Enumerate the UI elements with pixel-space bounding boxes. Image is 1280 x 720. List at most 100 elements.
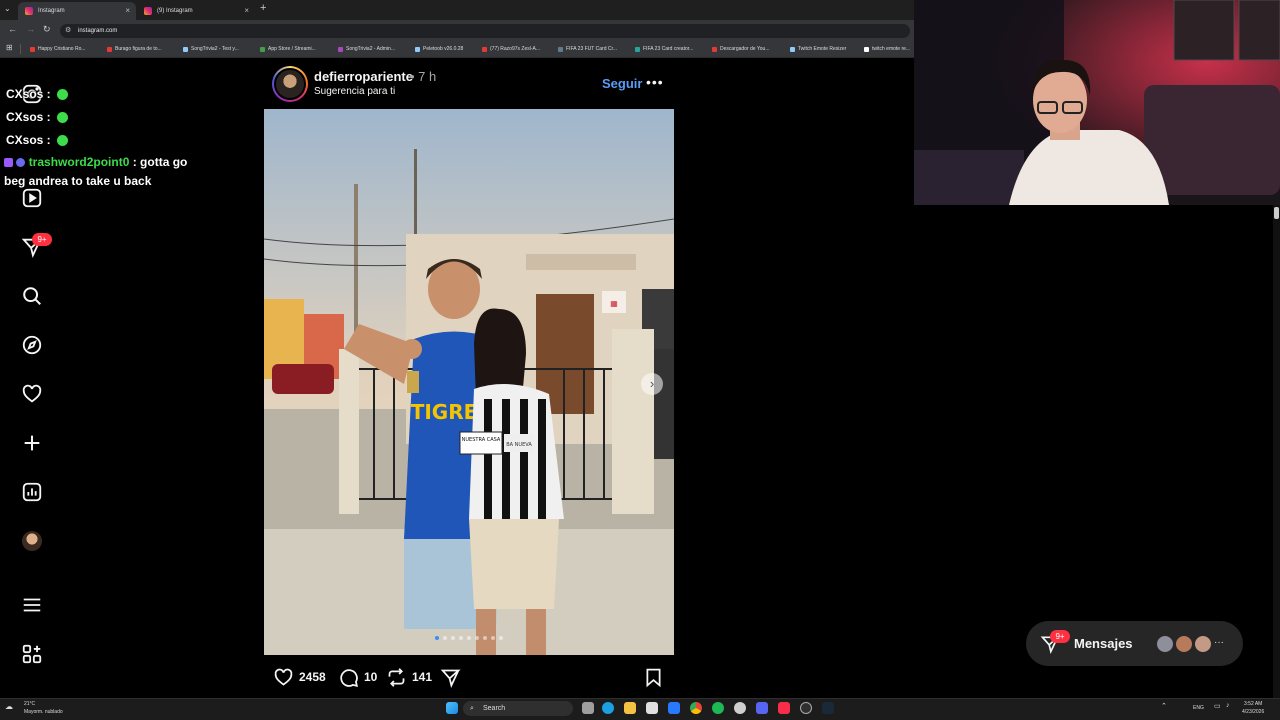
- chat-badge-icon: [4, 158, 13, 167]
- bookmark-item[interactable]: Peletoob v26.0.28: [415, 44, 463, 55]
- back-icon[interactable]: ←: [8, 24, 17, 34]
- file-explorer-icon[interactable]: [624, 702, 636, 714]
- bookmark-favicon-icon: [338, 47, 343, 52]
- page-scrollbar[interactable]: [1273, 205, 1280, 698]
- carousel-dot: [443, 636, 447, 640]
- bookmark-favicon-icon: [183, 47, 188, 52]
- volume-icon[interactable]: ♪: [1226, 702, 1230, 709]
- post-username[interactable]: defierropariente: [314, 69, 413, 84]
- message-avatar: [1174, 634, 1194, 654]
- music-app-icon[interactable]: [778, 702, 790, 714]
- bookmark-item[interactable]: Happy Cristiano Ro...: [30, 44, 86, 55]
- comment-button[interactable]: 10: [338, 666, 377, 688]
- bookmark-favicon-icon: [482, 47, 487, 52]
- bookmark-icon: [646, 668, 661, 687]
- profile-avatar[interactable]: [22, 531, 42, 551]
- comment-count: 10: [364, 670, 378, 684]
- new-tab-icon[interactable]: +: [260, 2, 266, 14]
- weather-icon: ☁: [5, 702, 13, 711]
- messages-pill-badge: 9+: [1050, 630, 1070, 643]
- more-apps-icon[interactable]: [20, 642, 44, 666]
- webcam-video: [914, 0, 1280, 205]
- share-button[interactable]: [440, 666, 461, 688]
- steam-icon[interactable]: [822, 702, 834, 714]
- apps-grid-icon[interactable]: ⊞: [6, 43, 13, 52]
- follow-button[interactable]: Seguir: [602, 76, 642, 91]
- repost-icon: [388, 667, 405, 687]
- tab-instagram[interactable]: Instagram ×: [18, 2, 136, 20]
- bookmark-item[interactable]: twitch emote re...: [864, 44, 910, 55]
- tray-chevron-icon[interactable]: ⌃: [1161, 702, 1167, 710]
- instagram-favicon-icon: [144, 7, 152, 15]
- bookmark-item[interactable]: FIFA 23 FUT Card Cr...: [558, 44, 617, 55]
- search-icon[interactable]: [20, 284, 44, 308]
- mail-icon[interactable]: [668, 702, 680, 714]
- edge-icon[interactable]: [602, 702, 614, 714]
- carousel-dots: [435, 636, 503, 640]
- menu-icon[interactable]: [20, 593, 44, 617]
- bookmark-item[interactable]: Twitch Emote Resizer: [790, 44, 846, 55]
- carousel-next-icon[interactable]: ›: [641, 373, 663, 395]
- close-tab-icon[interactable]: ×: [125, 2, 130, 20]
- post-suggestion-label: Sugerencia para ti: [314, 86, 396, 97]
- more-options-icon[interactable]: •••: [646, 74, 664, 90]
- weather-desc: Mayorm. nublado: [24, 709, 63, 715]
- notifications-heart-icon[interactable]: [20, 382, 44, 406]
- repost-count: 141: [412, 670, 433, 684]
- post-photo[interactable]: ▦ MZA 4 LOTE 12 TIGRE NUESTRA CASA BA NU…: [264, 109, 674, 655]
- clock-date[interactable]: 4/23/2026: [1242, 709, 1264, 715]
- svg-text:▦: ▦: [610, 299, 618, 308]
- post-time: • 7 h: [410, 69, 437, 84]
- discord-icon[interactable]: [756, 702, 768, 714]
- create-icon[interactable]: [20, 431, 44, 455]
- forward-icon[interactable]: →: [26, 24, 35, 34]
- bookmark-item[interactable]: (77) Razo97s Zesl-A...: [482, 44, 540, 55]
- messages-more-icon[interactable]: ···: [1214, 637, 1224, 648]
- start-icon[interactable]: [446, 702, 458, 714]
- bookmark-item[interactable]: Burago figura de to...: [107, 44, 162, 55]
- chat-message-continued: beg andrea to take u back: [4, 174, 151, 188]
- task-view-icon[interactable]: [582, 702, 594, 714]
- share-icon: [440, 669, 461, 688]
- url-field[interactable]: ⚙ instagram.com: [60, 24, 910, 38]
- carousel-dot: [435, 636, 439, 640]
- divider: [20, 44, 21, 54]
- tab-instagram-2[interactable]: (9) Instagram ×: [137, 2, 255, 20]
- taskbar-search[interactable]: ⌕ Search: [463, 701, 573, 716]
- reels-icon[interactable]: [20, 186, 44, 210]
- bookmark-favicon-icon: [107, 47, 112, 52]
- reload-icon[interactable]: ↻: [43, 24, 51, 35]
- spotify-icon[interactable]: [712, 702, 724, 714]
- tab-title: Instagram: [38, 8, 65, 14]
- post-author-avatar[interactable]: [272, 66, 308, 102]
- network-icon[interactable]: ▭: [1214, 702, 1221, 710]
- explore-icon[interactable]: [20, 333, 44, 357]
- bookmark-item[interactable]: SongTrivia2 - Test y...: [183, 44, 239, 55]
- close-tab-icon[interactable]: ×: [244, 2, 249, 20]
- chat-emote-icon: [56, 89, 68, 100]
- bookmark-item[interactable]: FIFA 23 Card creator...: [635, 44, 693, 55]
- store-icon[interactable]: [646, 702, 658, 714]
- dashboard-icon[interactable]: [20, 480, 44, 504]
- obs-icon[interactable]: [800, 702, 812, 714]
- tab-list-icon[interactable]: ⌄: [4, 4, 11, 13]
- chat-message: CXsos :: [6, 133, 68, 147]
- bookmark-item[interactable]: SongTrivia2 - Admin...: [338, 44, 395, 55]
- bookmark-item[interactable]: App Store / Streami...: [260, 44, 316, 55]
- tab-title: (9) Instagram: [157, 8, 193, 14]
- messages-badge: 9+: [32, 233, 52, 246]
- language-indicator[interactable]: ENG: [1193, 705, 1204, 711]
- save-button[interactable]: [643, 666, 664, 688]
- browser-tab-bar: ⌄ Instagram × (9) Instagram × +: [0, 0, 914, 20]
- clock-time[interactable]: 3:52 AM: [1244, 701, 1262, 707]
- bookmark-favicon-icon: [790, 47, 795, 52]
- scrollbar-thumb[interactable]: [1274, 207, 1279, 219]
- github-icon[interactable]: [734, 702, 746, 714]
- like-button[interactable]: 2458: [273, 666, 326, 688]
- chat-message: CXsos :: [6, 110, 68, 124]
- chrome-icon[interactable]: [690, 702, 702, 714]
- bookmark-favicon-icon: [415, 47, 420, 52]
- repost-button[interactable]: 141: [386, 666, 432, 688]
- bookmark-item[interactable]: Descargador de You...: [712, 44, 769, 55]
- site-info-icon[interactable]: ⚙: [65, 24, 71, 38]
